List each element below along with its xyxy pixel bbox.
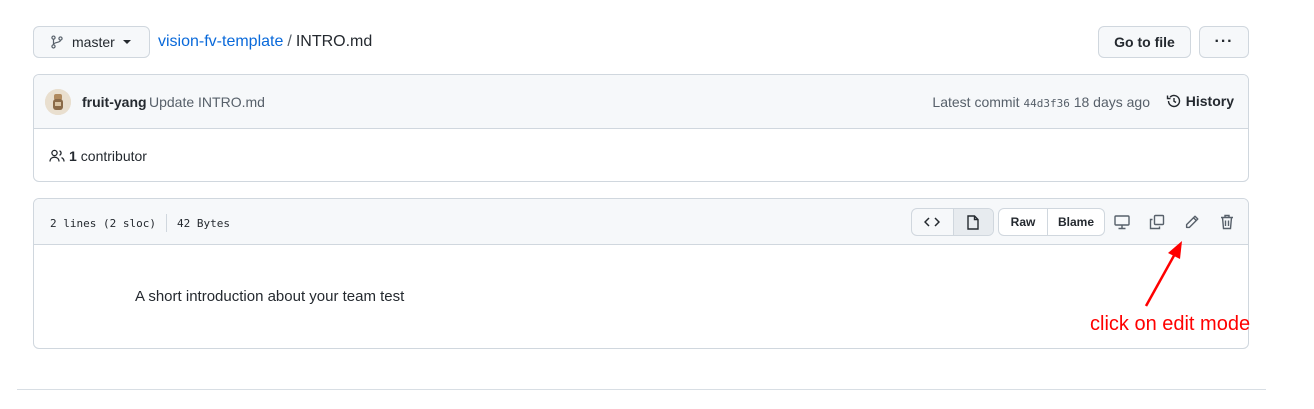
latest-commit-label: Latest commit	[932, 94, 1020, 110]
commit-author-link[interactable]: fruit-yang	[82, 94, 147, 110]
file-icon	[967, 214, 979, 230]
branch-name: master	[72, 34, 115, 50]
history-label: History	[1185, 93, 1234, 109]
file-line-count: 2 lines (2 sloc)	[50, 216, 156, 230]
annotation-arrow	[1144, 241, 1182, 307]
history-link[interactable]: History	[1166, 93, 1234, 109]
preview-view-button[interactable]	[952, 209, 993, 235]
raw-blame-group: Raw Blame	[998, 208, 1105, 236]
branch-selector-button[interactable]: master	[33, 26, 150, 58]
file-header: 2 lines (2 sloc) 42 Bytes Raw Blame	[34, 199, 1248, 245]
bottom-divider	[17, 389, 1266, 390]
history-icon	[1166, 93, 1182, 109]
file-viewer: 2 lines (2 sloc) 42 Bytes Raw Blame A sh…	[33, 198, 1249, 349]
breadcrumb-file-name: INTRO.md	[295, 33, 373, 50]
file-info-divider	[165, 214, 167, 232]
code-icon	[924, 216, 941, 228]
edit-file-button[interactable]	[1181, 211, 1203, 233]
latest-commit-info: Latest commit 44d3f36 18 days ago	[932, 94, 1150, 110]
view-mode-toggle	[911, 208, 994, 236]
file-content: A short introduction about your team tes…	[135, 288, 405, 305]
display-desktop-button[interactable]	[1111, 211, 1133, 233]
raw-button[interactable]: Raw	[999, 209, 1047, 235]
contributors-link[interactable]: 1 contributor	[49, 148, 147, 164]
breadcrumb: vision-fv-template / INTRO.md	[158, 33, 372, 51]
blame-button[interactable]: Blame	[1047, 209, 1104, 235]
trash-icon	[1220, 214, 1234, 230]
avatar[interactable]	[45, 89, 71, 115]
file-info: 2 lines (2 sloc) 42 Bytes	[50, 214, 230, 232]
breadcrumb-repo-link[interactable]: vision-fv-template	[158, 33, 283, 50]
contributors-label: contributor	[80, 148, 147, 164]
commit-header: fruit-yang Update INTRO.md Latest commit…	[34, 75, 1248, 129]
more-options-button[interactable]: ···	[1199, 26, 1249, 58]
chevron-down-icon	[122, 39, 131, 45]
git-branch-icon	[50, 35, 64, 49]
people-icon	[49, 149, 65, 163]
annotation-text: click on edit mode	[1090, 313, 1251, 335]
commit-message-link[interactable]: Update INTRO.md	[149, 94, 265, 110]
commit-age: 18 days ago	[1073, 94, 1150, 110]
copy-raw-button[interactable]	[1146, 211, 1168, 233]
copy-icon	[1149, 214, 1165, 230]
breadcrumb-separator: /	[287, 33, 292, 50]
file-size: 42 Bytes	[176, 216, 230, 230]
desktop-icon	[1114, 214, 1130, 230]
code-view-button[interactable]	[912, 209, 953, 235]
commit-info-box: fruit-yang Update INTRO.md Latest commit…	[33, 74, 1249, 182]
go-to-file-button[interactable]: Go to file	[1098, 26, 1191, 58]
commit-sha-link[interactable]: 44d3f36	[1023, 97, 1069, 110]
delete-file-button[interactable]	[1216, 211, 1238, 233]
contributors-count: 1	[69, 148, 77, 164]
pencil-icon	[1184, 214, 1200, 230]
